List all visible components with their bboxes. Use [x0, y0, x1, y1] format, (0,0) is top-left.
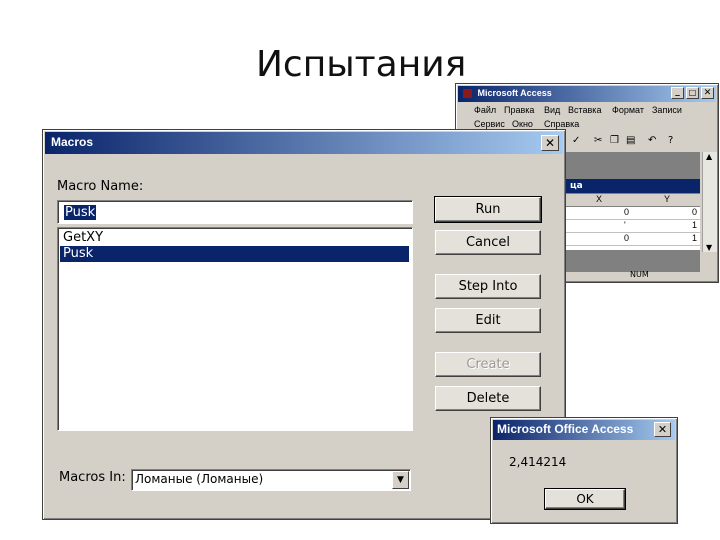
table-cell: 0 — [624, 233, 630, 243]
access-maximize-button[interactable]: □ — [686, 87, 699, 99]
table-cell: 1 — [692, 233, 698, 243]
help-icon[interactable]: ? — [668, 135, 673, 146]
menu-help[interactable]: Справка — [544, 119, 579, 129]
create-button[interactable]: Create — [435, 352, 541, 377]
ok-button[interactable]: OK — [544, 488, 626, 510]
macros-in-value: Ломаные (Ломаные) — [135, 472, 264, 486]
access-title: Microsoft Access — [477, 88, 552, 98]
table-bar-title: ца — [570, 181, 583, 191]
list-item[interactable]: GetXY — [60, 230, 409, 246]
table-cell: 1 — [692, 220, 698, 230]
list-item-label: GetXY — [63, 230, 104, 245]
access-statusbar: NUM — [566, 270, 716, 282]
access-toolbar: ✓ ✂ ❐ ▤ ↶ ? — [566, 134, 716, 150]
macros-close-icon[interactable]: ✕ — [541, 135, 559, 151]
macro-name-label: Macro Name: — [57, 179, 144, 194]
macro-list[interactable]: GetXY Pusk — [57, 227, 413, 431]
message-box-titlebar: Microsoft Office Access — [493, 420, 675, 440]
column-header-x[interactable]: X — [596, 194, 602, 204]
message-box-close-icon[interactable]: ✕ — [654, 422, 671, 437]
list-item-selected[interactable]: Pusk — [60, 246, 409, 262]
scroll-up-icon[interactable]: ▲ — [706, 152, 712, 161]
access-close-icon[interactable]: ✕ — [701, 87, 714, 99]
cut-icon[interactable]: ✂ — [594, 135, 602, 146]
table-row[interactable]: 0 0 — [566, 207, 700, 220]
message-box-title: Microsoft Office Access — [497, 422, 634, 436]
scroll-down-icon[interactable]: ▼ — [706, 243, 712, 252]
access-app-icon — [463, 89, 472, 99]
menu-tools[interactable]: Сервис — [474, 119, 505, 129]
table-cell: 0 — [692, 207, 698, 217]
copy-icon[interactable]: ❐ — [610, 135, 619, 146]
step-into-button[interactable]: Step Into — [435, 274, 541, 299]
table-row[interactable]: 0 1 — [566, 233, 700, 246]
datasheet-header: X Y — [566, 194, 700, 207]
slide-title: Испытания — [256, 44, 467, 85]
access-table-bar: ца — [566, 179, 700, 193]
edit-button[interactable]: Edit — [435, 308, 541, 333]
undo-icon[interactable]: ↶ — [648, 135, 656, 146]
run-button[interactable]: Run — [434, 196, 542, 223]
menu-format[interactable]: Формат — [612, 105, 644, 115]
table-cell: 0 — [624, 207, 630, 217]
table-row[interactable]: ' 1 — [566, 220, 700, 233]
table-cell: ' — [624, 220, 626, 230]
access-datasheet[interactable]: X Y 0 0 ' 1 0 1 — [566, 194, 700, 250]
message-text: 2,414214 — [509, 455, 567, 469]
menu-window[interactable]: Окно — [512, 119, 533, 129]
macro-name-input[interactable]: Pusk — [57, 200, 413, 224]
macros-in-label: Macros In: — [59, 470, 126, 485]
access-minimize-button[interactable]: _ — [671, 87, 684, 99]
menu-edit[interactable]: Правка — [504, 105, 534, 115]
delete-button[interactable]: Delete — [435, 386, 541, 411]
access-vertical-scrollbar[interactable]: ▲ ▼ — [702, 152, 717, 252]
macro-name-value: Pusk — [64, 205, 97, 220]
menu-insert[interactable]: Вставка — [568, 105, 601, 115]
macros-in-select[interactable]: Ломаные (Ломаные) ▼ — [131, 469, 411, 491]
menu-file[interactable]: Файл — [474, 105, 496, 115]
paste-icon[interactable]: ▤ — [626, 135, 635, 146]
status-num: NUM — [630, 270, 649, 279]
menu-records[interactable]: Записи — [652, 105, 682, 115]
chevron-down-icon[interactable]: ▼ — [392, 471, 409, 489]
macros-title: Macros — [51, 135, 94, 149]
menu-view[interactable]: Вид — [544, 105, 560, 115]
list-item-label: Pusk — [63, 246, 94, 261]
macros-titlebar: Macros — [45, 132, 563, 154]
message-box[interactable]: Microsoft Office Access ✕ 2,414214 OK — [490, 417, 678, 524]
cancel-button[interactable]: Cancel — [435, 230, 541, 255]
column-header-y[interactable]: Y — [664, 194, 670, 204]
spellcheck-icon[interactable]: ✓ — [572, 135, 580, 146]
macros-dialog[interactable]: Macros ✕ Macro Name: Pusk GetXY Pusk Mac… — [42, 129, 566, 520]
